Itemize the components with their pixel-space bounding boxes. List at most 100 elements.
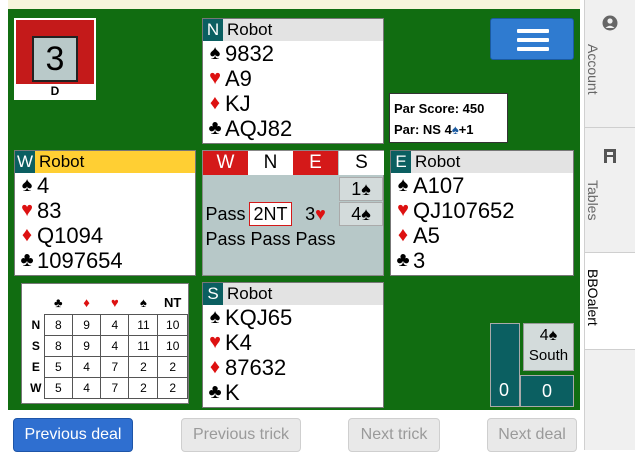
hamburger-icon <box>517 38 549 42</box>
player-name: Robot <box>415 152 461 171</box>
bid-south-1: 1 ♠ <box>339 177 383 201</box>
spade-icon: ♠ <box>209 42 221 64</box>
spade-icon: ♠ <box>548 327 558 344</box>
board-indicator: 3 D <box>14 18 96 100</box>
dd-corner <box>28 290 44 315</box>
tricks-ew: 0 <box>520 375 574 407</box>
spades-cards[interactable]: KQJ65 <box>225 305 292 330</box>
clubs-cards[interactable]: K <box>225 380 240 405</box>
tab-tables[interactable]: Tables <box>585 128 635 253</box>
next-deal-button[interactable]: Next deal <box>487 418 577 452</box>
seat-badge: N <box>203 19 223 41</box>
spade-icon: ♠ <box>361 203 371 224</box>
diamonds-cards[interactable]: 87632 <box>225 355 286 380</box>
spades-row: ♠ KQJ65 <box>203 305 383 330</box>
clubs-cards[interactable]: 3 <box>413 248 425 273</box>
north-header: N Robot <box>203 19 383 41</box>
spade-icon: ♠ <box>451 122 459 137</box>
tab-bboalert-label: BBOalert <box>585 269 601 326</box>
seat-badge: S <box>203 283 223 305</box>
dd-cell: 2 <box>157 377 188 399</box>
spades-cards[interactable]: 4 <box>37 173 49 198</box>
spades-cards[interactable]: 9832 <box>225 41 274 66</box>
player-name: Robot <box>39 152 85 171</box>
bid-east-2: Pass <box>295 228 336 249</box>
diamonds-cards[interactable]: KJ <box>225 91 251 116</box>
spades-row: ♠ 9832 <box>203 41 383 66</box>
hearts-cards[interactable]: A9 <box>225 66 252 91</box>
tab-bboalert[interactable]: BBOalert <box>585 253 635 350</box>
tables-icon <box>604 149 616 163</box>
heart-icon: ♥ <box>209 67 221 89</box>
hearts-cards[interactable]: 83 <box>37 198 61 223</box>
hearts-row: ♥ 83 <box>15 198 195 223</box>
dd-row: N 8 9 4 11 10 <box>28 314 188 336</box>
account-icon <box>602 15 618 31</box>
diamond-icon: ♦ <box>209 356 221 378</box>
heart-icon: ♥ <box>315 203 326 224</box>
notrump-label: NT <box>164 294 182 310</box>
dd-cell: 5 <box>43 377 73 399</box>
menu-button[interactable] <box>490 18 574 60</box>
contract-box: 4♠ South <box>523 323 574 371</box>
clubs-cards[interactable]: AQJ82 <box>225 116 292 141</box>
north-hand: N Robot ♠ 9832 ♥ A9 ♦ KJ ♣ AQJ82 <box>202 18 384 144</box>
dd-cell: 11 <box>128 314 159 336</box>
dd-cell: 2 <box>157 356 188 378</box>
auction-header-north: N <box>248 151 293 175</box>
spades-cards[interactable]: A107 <box>413 173 464 198</box>
hearts-row: ♥ K4 <box>203 330 383 355</box>
diamonds-cards[interactable]: A5 <box>413 223 440 248</box>
spade-icon: ♠ <box>140 294 147 310</box>
club-icon: ♣ <box>396 249 410 271</box>
diamonds-cards[interactable]: Q1094 <box>37 223 103 248</box>
clubs-row: ♣ 3 <box>391 248 573 273</box>
bid-north-2: Pass <box>250 228 291 249</box>
dd-row-label: N <box>31 318 41 332</box>
east-header: E Robot <box>391 151 573 173</box>
heart-icon: ♥ <box>209 331 221 353</box>
west-header: W Robot <box>15 151 195 173</box>
player-name: Robot <box>227 284 273 303</box>
diamond-icon: ♦ <box>209 92 221 114</box>
dd-cell: 10 <box>157 335 188 357</box>
hearts-row: ♥ A9 <box>203 66 383 91</box>
tricks-ew-count: 0 <box>542 381 553 401</box>
dd-cell: 9 <box>71 314 102 336</box>
dd-row-label: S <box>31 339 40 353</box>
hamburger-icon <box>517 47 549 51</box>
dd-cell: 4 <box>100 335 130 357</box>
dd-row: W 5 4 7 2 2 <box>28 377 188 399</box>
heart-icon: ♥ <box>397 199 409 221</box>
south-hand: S Robot ♠ KQJ65 ♥ K4 ♦ 87632 ♣ K <box>202 282 384 408</box>
auction-header-west: W <box>203 151 248 175</box>
auction-header-south: S <box>339 151 384 175</box>
dd-cell: 7 <box>100 356 130 378</box>
previous-deal-button[interactable]: Previous deal <box>13 418 133 452</box>
dd-cell: 4 <box>71 356 102 378</box>
bid-north-1: 2NT <box>249 202 292 226</box>
west-hand: W Robot ♠ 4 ♥ 83 ♦ Q1094 ♣ 1097654 <box>14 150 196 276</box>
next-trick-button[interactable]: Next trick <box>348 418 440 452</box>
tricks-ns-count: 0 <box>499 380 510 400</box>
bid-west-1: Pass <box>205 203 246 224</box>
hearts-cards[interactable]: K4 <box>225 330 252 355</box>
dd-cell: 4 <box>100 314 130 336</box>
tab-account[interactable]: Account <box>585 0 635 128</box>
dd-cell: 9 <box>71 335 102 357</box>
dd-cell: 10 <box>157 314 188 336</box>
heart-icon: ♥ <box>21 199 33 221</box>
dd-cell: 2 <box>128 356 159 378</box>
hamburger-icon <box>517 29 549 33</box>
clubs-cards[interactable]: 1097654 <box>37 248 123 273</box>
hearts-row: ♥ QJ107652 <box>391 198 573 223</box>
player-name: Robot <box>227 20 273 39</box>
spade-icon: ♠ <box>21 174 33 196</box>
double-dummy-table: ♣ ♦ ♥ ♠ NT N 8 9 4 11 10 S 8 9 4 11 10 E… <box>21 283 189 404</box>
dd-cell: 11 <box>128 335 159 357</box>
spades-row: ♠ A107 <box>391 173 573 198</box>
previous-trick-button[interactable]: Previous trick <box>181 418 301 452</box>
bid-east-1: 3 ♥ <box>305 203 326 224</box>
dd-row: E 5 4 7 2 2 <box>28 356 188 378</box>
hearts-cards[interactable]: QJ107652 <box>413 198 515 223</box>
